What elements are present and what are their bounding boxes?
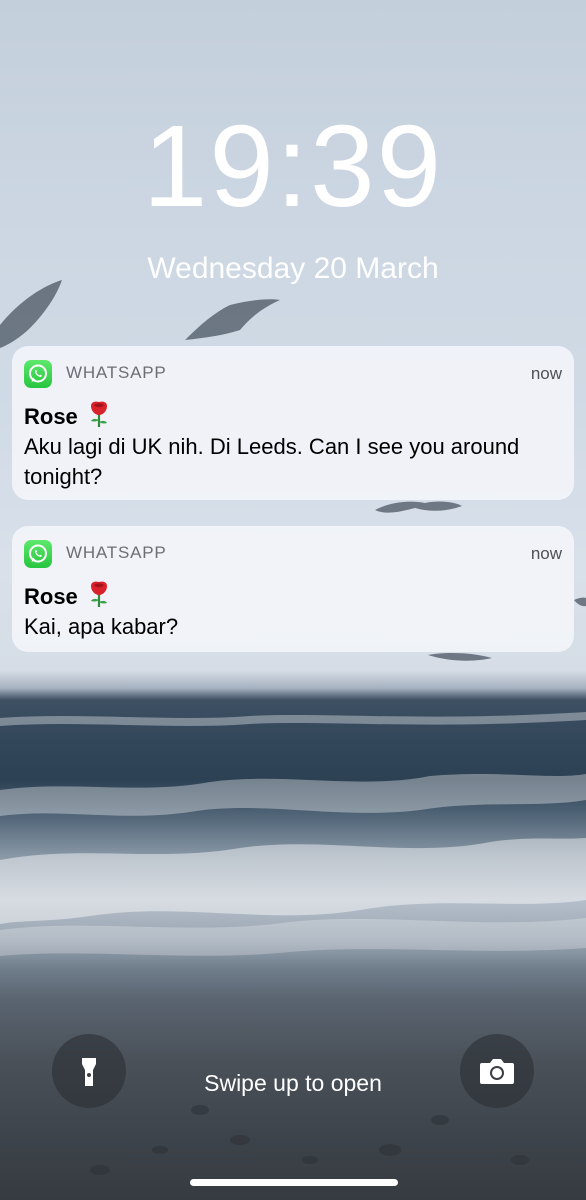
- sender-name: Rose: [24, 584, 78, 609]
- notification-time: now: [530, 544, 562, 563]
- notification-message: Kai, apa kabar?: [24, 614, 179, 639]
- notification-time: now: [530, 364, 562, 383]
- notification-header: WHATSAPP now: [24, 540, 562, 568]
- notification-header: WHATSAPP now: [24, 360, 562, 388]
- app-name: WHATSAPP: [66, 363, 167, 382]
- notification-card[interactable]: WHATSAPP now Rose Aku lagi di UK nih. Di…: [12, 346, 574, 500]
- sender-name: Rose: [24, 404, 78, 429]
- notification-sender: Rose: [24, 580, 112, 614]
- lockscreen-date: Wednesday 20 March: [147, 252, 439, 285]
- notification-card[interactable]: WHATSAPP now Rose Kai, apa kabar?: [12, 526, 574, 652]
- lockscreen-time: 19:39: [142, 101, 444, 231]
- notification-sender: Rose: [24, 400, 112, 434]
- notification-message: Aku lagi di UK nih. Di Leeds. Can I see …: [24, 434, 520, 489]
- rose-icon: [86, 400, 112, 434]
- whatsapp-icon: [24, 360, 52, 388]
- home-indicator[interactable]: [190, 1179, 398, 1186]
- swipe-up-hint: Swipe up to open: [204, 1070, 382, 1096]
- rose-icon: [86, 580, 112, 614]
- app-name: WHATSAPP: [66, 543, 167, 562]
- whatsapp-icon: [24, 540, 52, 568]
